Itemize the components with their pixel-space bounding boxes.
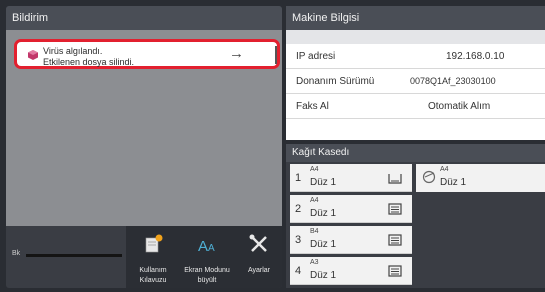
bypass-tray[interactable]: A4 Düz 1 [416, 164, 545, 192]
notification-panel: Bildirim Virüs algılandı. Etkilenen dosy… [6, 6, 282, 288]
fax-value: Otomatik Alım [428, 101, 491, 112]
user-guide-label-2: Kılavuzu [139, 277, 167, 284]
ip-label: IP adresi [296, 51, 336, 62]
settings-button[interactable]: Ayarlar [234, 226, 282, 288]
bottom-toolbar: Bk Kullanım Kılavuzu A A Ekran Modunu bü… [6, 226, 282, 288]
info-row-fax: Faks Al Otomatik Alım [286, 94, 545, 119]
tray-paper-size: B4 [310, 228, 319, 235]
notification-list: Virüs algılandı. Etkilenen dosya silindi… [6, 30, 282, 226]
user-guide-icon [128, 234, 178, 254]
virus-shield-icon [27, 48, 39, 66]
tray-level-icon [388, 202, 402, 220]
enlarge-display-label-1: Ekran Modunu [184, 267, 230, 274]
paper-tray-header: Kağıt Kasedı [286, 144, 545, 162]
tray-paper-type: Düz 1 [310, 177, 337, 188]
tray-number: 3 [295, 234, 302, 246]
notification-line-2: Etkilenen dosya silindi. [43, 57, 135, 67]
firmware-label: Donanım Sürümü [296, 76, 375, 87]
toner-label: Bk [12, 250, 21, 257]
bypass-paper-type: Düz 1 [440, 177, 467, 188]
tray-number: 2 [295, 203, 302, 215]
notification-message: Virüs algılandı. Etkilenen dosya silindi… [43, 46, 134, 68]
tray-number: 1 [295, 172, 302, 184]
tray-4[interactable]: 4 A3 Düz 1 [290, 257, 412, 285]
text-size-icon: A A [182, 234, 232, 255]
enlarge-display-button[interactable]: A A Ekran Modunu büyült [182, 226, 232, 288]
tray-paper-size: A4 [310, 166, 319, 173]
user-guide-button[interactable]: Kullanım Kılavuzu [128, 226, 178, 288]
ip-value: 192.168.0.10 [446, 51, 505, 62]
toner-status[interactable]: Bk [6, 226, 126, 288]
tray-paper-size: A4 [310, 197, 319, 204]
info-row-firmware: Donanım Sürümü 0078Q1Af_23030100 [286, 69, 545, 94]
machine-info-panel: Makine Bilgisi IP adresi 192.168.0.10 Do… [286, 6, 545, 140]
notification-header: Bildirim [6, 6, 282, 30]
firmware-value: 0078Q1Af_23030100 [410, 76, 496, 86]
virus-notification[interactable]: Virüs algılandı. Etkilenen dosya silindi… [14, 39, 280, 69]
bypass-paper-size: A4 [440, 166, 449, 173]
scrollbar[interactable] [275, 46, 277, 64]
tray-paper-type: Düz 1 [310, 270, 337, 281]
tray-number: 4 [295, 265, 302, 277]
tray-2[interactable]: 2 A4 Düz 1 [290, 195, 412, 223]
paper-tray-panel: Kağıt Kasedı 1 A4 Düz 1 2 A4 Düz 1 3 B4 … [286, 144, 545, 288]
bypass-tray-icon [422, 170, 438, 189]
notification-line-1: Virüs algılandı. [43, 46, 103, 56]
info-row-ip: IP adresi 192.168.0.10 [286, 44, 545, 69]
tools-icon [234, 234, 282, 254]
user-guide-label-1: Kullanım [139, 267, 167, 274]
svg-text:A: A [198, 238, 208, 254]
tray-level-icon [388, 233, 402, 251]
machine-info-header: Makine Bilgisi [286, 6, 545, 30]
machine-info-spacer [286, 30, 545, 44]
svg-text:A: A [208, 243, 215, 254]
enlarge-display-label-2: büyült [197, 277, 217, 284]
screen: Bildirim Virüs algılandı. Etkilenen dosy… [0, 0, 545, 292]
tray-paper-size: A3 [310, 259, 319, 266]
tray-paper-type: Düz 1 [310, 239, 337, 250]
toner-level-bar [26, 254, 122, 257]
settings-label: Ayarlar [247, 267, 271, 274]
tray-level-icon [388, 264, 402, 282]
tray-list: 1 A4 Düz 1 2 A4 Düz 1 3 B4 Düz 1 4 A3 Dü… [290, 164, 412, 288]
tray-3[interactable]: 3 B4 Düz 1 [290, 226, 412, 254]
tray-level-icon [388, 171, 402, 189]
tray-1[interactable]: 1 A4 Düz 1 [290, 164, 412, 192]
tray-paper-type: Düz 1 [310, 208, 337, 219]
arrow-right-icon[interactable]: → [229, 45, 244, 62]
fax-label: Faks Al [296, 101, 329, 112]
